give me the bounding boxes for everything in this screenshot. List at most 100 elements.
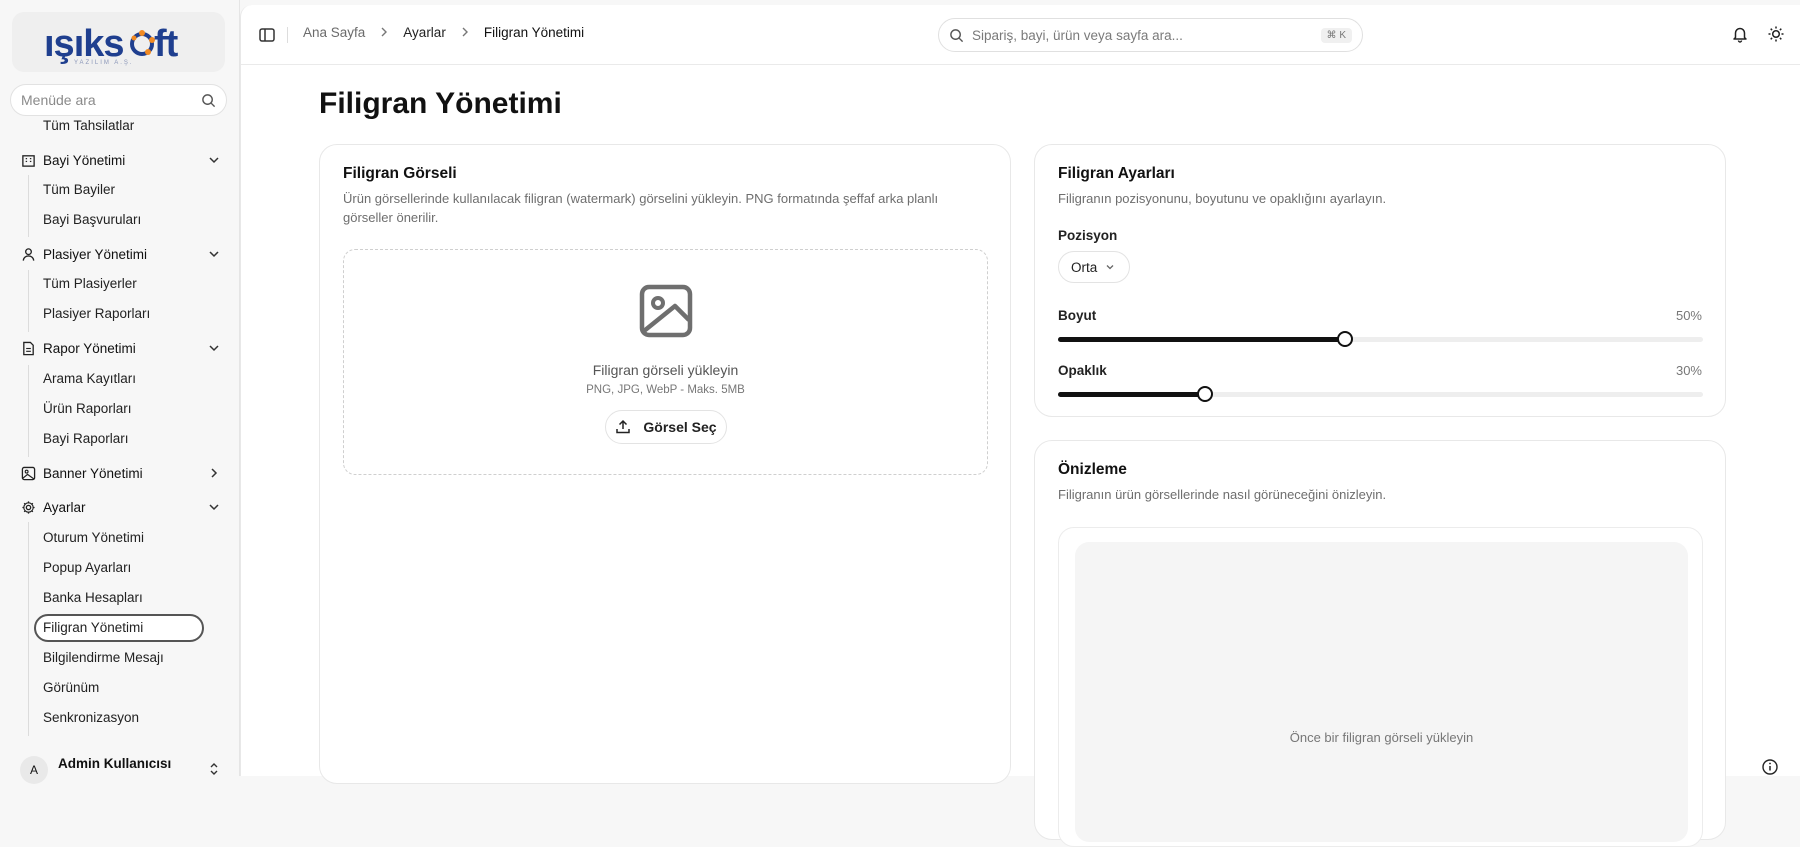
nav-tree-line — [28, 522, 29, 736]
size-slider-thumb[interactable] — [1337, 331, 1354, 347]
sidebar: ışıks ft YAZILIM A.Ş. Menüde ara Tüm Tah… — [0, 0, 240, 784]
sidebar-item-banka-hesaplari[interactable]: Banka Hesapları — [43, 590, 143, 605]
sidebar-group-bayi-yonetimi[interactable]: Bayi Yönetimi — [20, 148, 220, 172]
sidebar-item-tum-bayiler[interactable]: Tüm Bayiler — [43, 182, 115, 197]
bell-icon[interactable] — [1731, 25, 1749, 43]
sidebar-group-label: Plasiyer Yönetimi — [43, 246, 148, 262]
sidebar-item-tum-tahsilatlar[interactable]: Tüm Tahsilatlar — [43, 118, 134, 133]
upload-icon — [616, 419, 631, 434]
menu-search-input[interactable]: Menüde ara — [10, 84, 227, 116]
info-icon[interactable] — [1761, 758, 1779, 776]
chevron-down-icon — [209, 504, 219, 511]
file-text-icon — [20, 340, 36, 356]
image-icon — [20, 465, 36, 481]
nav-tree-line — [28, 175, 29, 237]
sidebar-group-rapor-yonetimi[interactable]: Rapor Yönetimi — [20, 336, 220, 360]
sidebar-group-ayarlar[interactable]: Ayarlar — [20, 495, 220, 519]
select-image-button-label: Görsel Seç — [643, 419, 717, 435]
sidebar-item-filigran-yonetimi[interactable]: Filigran Yönetimi — [43, 620, 143, 635]
preview-card: Önizleme Filigranın ürün görsellerinde n… — [1034, 440, 1726, 847]
preview-frame: Önce bir filigran görseli yükleyin — [1058, 527, 1703, 847]
theme-toggle-sun-icon[interactable] — [1767, 25, 1785, 43]
card-description: Filigranın ürün görsellerinde nasıl görü… — [1058, 487, 1387, 502]
sidebar-item-tum-plasiyerler[interactable]: Tüm Plasiyerler — [43, 276, 137, 291]
logo-subtitle: YAZILIM A.Ş. — [74, 60, 134, 66]
topbar: Ana Sayfa Ayarlar Filigran Yönetimi Sipa… — [241, 5, 1800, 65]
user-icon — [20, 246, 36, 262]
gear-icon — [20, 499, 36, 515]
sidebar-item-bayi-basvurulari[interactable]: Bayi Başvuruları — [43, 212, 141, 227]
opacity-slider[interactable] — [1058, 386, 1703, 402]
card-title: Filigran Görseli — [343, 165, 457, 182]
nav-tree-line — [28, 365, 29, 457]
menu-search-placeholder: Menüde ara — [21, 92, 96, 108]
sidebar-item-gorunum[interactable]: Görünüm — [43, 680, 99, 695]
search-shortcut-badge: ⌘ K — [1320, 27, 1352, 43]
page-title: Filigran Yönetimi — [319, 87, 562, 120]
opacity-value: 30% — [1675, 363, 1702, 378]
chevron-down-icon — [209, 157, 219, 164]
user-menu[interactable]: A Admin Kullanıcısı — [20, 752, 220, 784]
watermark-settings-card: Filigran Ayarları Filigranın pozisyonunu… — [1034, 144, 1726, 417]
select-image-button[interactable]: Görsel Seç — [605, 410, 727, 444]
sidebar-item-plasiyer-raporlari[interactable]: Plasiyer Raporları — [43, 306, 150, 321]
card-title: Önizleme — [1058, 461, 1127, 478]
chevrons-up-down-icon — [210, 763, 218, 775]
position-select-value: Orta — [1071, 259, 1098, 275]
position-label: Pozisyon — [1058, 228, 1118, 243]
sidebar-group-label: Bayi Yönetimi — [43, 152, 126, 168]
size-label: Boyut — [1058, 308, 1097, 323]
opacity-label: Opaklık — [1058, 363, 1107, 378]
breadcrumb-current: Filigran Yönetimi — [483, 25, 585, 40]
opacity-slider-fill — [1058, 392, 1206, 397]
position-select[interactable]: Orta — [1058, 251, 1130, 283]
size-value: 50% — [1675, 308, 1702, 323]
preview-empty-text: Önce bir filigran görseli yükleyin — [1289, 730, 1474, 745]
sidebar-item-popup-ayarlari[interactable]: Popup Ayarları — [43, 560, 131, 575]
card-description: Ürün görsellerinde kullanılacak filigran… — [343, 191, 939, 225]
search-icon — [202, 93, 216, 107]
card-title: Filigran Ayarları — [1058, 165, 1175, 182]
chevron-right-icon — [379, 26, 389, 40]
sidebar-item-urun-raporlari[interactable]: Ürün Raporları — [43, 401, 132, 416]
svg-text:ft: ft — [154, 23, 179, 64]
sidebar-item-bilgilendirme-mesaji[interactable]: Bilgilendirme Mesajı — [43, 650, 164, 665]
sidebar-item-senkronizasyon[interactable]: Senkronizasyon — [43, 710, 139, 725]
chevron-down-icon — [209, 345, 219, 352]
dropzone-title: Filigran görseli yükleyin — [592, 362, 739, 378]
image-placeholder-icon — [639, 284, 693, 338]
global-search-input[interactable]: Sipariş, bayi, ürün veya sayfa ara... ⌘ … — [938, 18, 1363, 52]
sidebar-toggle-icon[interactable] — [257, 25, 277, 45]
sidebar-item-bayi-raporlari[interactable]: Bayi Raporları — [43, 431, 129, 446]
global-search-placeholder: Sipariş, bayi, ürün veya sayfa ara... — [972, 27, 1183, 43]
size-slider-fill — [1058, 337, 1346, 342]
topbar-divider — [287, 27, 288, 43]
sidebar-item-arama-kayitlari[interactable]: Arama Kayıtları — [43, 371, 136, 386]
search-icon — [950, 28, 964, 42]
opacity-slider-thumb[interactable] — [1197, 386, 1214, 402]
chevron-right-icon — [460, 26, 470, 40]
logo-mark-icon: ışıks ft — [44, 23, 180, 64]
breadcrumb-ayarlar[interactable]: Ayarlar — [403, 25, 446, 40]
sidebar-group-label: Ayarlar — [43, 499, 86, 515]
building-icon — [20, 152, 36, 168]
avatar: A — [20, 756, 48, 784]
chevron-down-icon — [209, 251, 219, 258]
sidebar-group-label: Banner Yönetimi — [43, 465, 143, 481]
svg-text:ışıks: ışıks — [44, 23, 124, 64]
sidebar-group-plasiyer-yonetimi[interactable]: Plasiyer Yönetimi — [20, 242, 220, 266]
sidebar-group-label: Rapor Yönetimi — [43, 340, 136, 356]
dropzone-hint: PNG, JPG, WebP - Maks. 5MB — [586, 384, 745, 396]
preview-canvas: Önce bir filigran görseli yükleyin — [1075, 542, 1688, 842]
sidebar-item-oturum-yonetimi[interactable]: Oturum Yönetimi — [43, 530, 144, 545]
card-description: Filigranın pozisyonunu, boyutunu ve opak… — [1058, 191, 1387, 206]
size-slider[interactable] — [1058, 331, 1703, 347]
chevron-right-icon — [211, 468, 218, 478]
breadcrumb-home[interactable]: Ana Sayfa — [303, 25, 365, 40]
chevron-down-icon — [1106, 265, 1114, 270]
nav-tree-line — [28, 270, 29, 332]
sidebar-group-banner-yonetimi[interactable]: Banner Yönetimi — [20, 461, 220, 485]
brand-logo[interactable]: ışıks ft YAZILIM A.Ş. — [12, 12, 225, 72]
breadcrumb: Ana Sayfa Ayarlar Filigran Yönetimi — [303, 25, 584, 40]
image-dropzone[interactable]: Filigran görseli yükleyin PNG, JPG, WebP… — [343, 249, 988, 475]
